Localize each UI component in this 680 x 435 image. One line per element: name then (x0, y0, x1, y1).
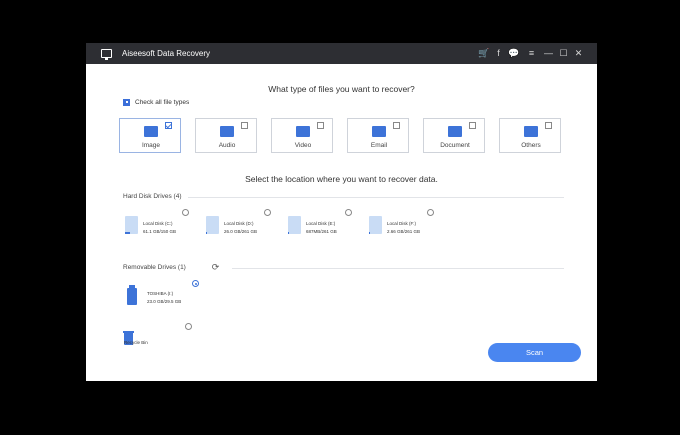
drive-name: Local Disk (F:) (387, 221, 417, 226)
file-type-document[interactable]: Document (423, 118, 485, 153)
drive-d-radio[interactable] (264, 209, 271, 216)
menu-icon[interactable]: ≡ (526, 48, 537, 59)
document-icon (448, 126, 462, 137)
hard-disk-section-label: Hard Disk Drives (4) (123, 193, 182, 200)
recycle-bin-radio[interactable] (185, 323, 192, 330)
file-type-label: Audio (218, 142, 236, 149)
audio-icon (220, 126, 234, 137)
others-checkbox[interactable] (545, 122, 552, 129)
app-title: Aiseesoft Data Recovery (122, 49, 211, 58)
hard-disk-icon (206, 216, 219, 234)
check-all-file-types[interactable]: Check all file types (123, 98, 189, 108)
file-type-label: Video (294, 142, 312, 149)
scan-button[interactable]: Scan (488, 343, 581, 362)
check-all-label: Check all file types (135, 99, 190, 106)
close-icon[interactable]: ✕ (573, 48, 584, 59)
image-checkbox[interactable] (165, 122, 172, 129)
removable-divider (232, 268, 564, 269)
removable-drive-radio[interactable] (192, 280, 199, 287)
usb-drive-icon (127, 285, 137, 305)
email-icon (372, 126, 386, 137)
document-checkbox[interactable] (469, 122, 476, 129)
drive-name: Local Disk (E:) (306, 221, 336, 226)
others-icon (524, 126, 538, 137)
location-heading: Select the location where you want to re… (245, 174, 438, 184)
drive-e[interactable]: Local Disk (E:) 687MB/261 GB (288, 214, 358, 242)
removable-section-label: Removable Drives (1) (123, 264, 186, 271)
refresh-icon[interactable]: ⟳ (210, 262, 221, 273)
disk-usage-bar (206, 232, 208, 234)
drive-size: 26.0 GB/261 GB (224, 229, 258, 234)
app-window: Aiseesoft Data Recovery 🛒 f 💬 ≡ — ☐ ✕ Wh… (86, 43, 597, 381)
maximize-icon[interactable]: ☐ (558, 48, 569, 59)
audio-checkbox[interactable] (241, 122, 248, 129)
drive-size: 2.66 GB/261 GB (387, 229, 421, 234)
file-type-video[interactable]: Video (271, 118, 333, 153)
file-type-heading: What type of files you want to recover? (268, 84, 415, 94)
drive-name: Local Disk (C:) (143, 221, 173, 226)
drive-d[interactable]: Local Disk (D:) 26.0 GB/261 GB (206, 214, 276, 242)
app-logo-icon (101, 49, 112, 60)
disk-usage-bar (125, 232, 131, 234)
file-type-image[interactable]: Image (119, 118, 181, 153)
minimize-icon[interactable]: — (543, 48, 554, 59)
removable-drive-size: 23.0 GB/29.5 GB (147, 299, 182, 304)
hard-disk-icon (369, 216, 382, 234)
image-icon (144, 126, 158, 137)
file-type-email[interactable]: Email (347, 118, 409, 153)
drive-name: Local Disk (D:) (224, 221, 254, 226)
video-checkbox[interactable] (317, 122, 324, 129)
recycle-bin-label[interactable]: Recycle Bin (124, 340, 148, 345)
file-type-audio[interactable]: Audio (195, 118, 257, 153)
hard-disk-icon (125, 216, 138, 234)
file-type-others[interactable]: Others (499, 118, 561, 153)
hard-disk-icon (288, 216, 301, 234)
title-bar: Aiseesoft Data Recovery 🛒 f 💬 ≡ — ☐ ✕ (86, 43, 597, 64)
drive-e-radio[interactable] (345, 209, 352, 216)
drive-c[interactable]: Local Disk (C:) 61.1 GB/150 GB (125, 214, 195, 242)
drive-size: 61.1 GB/150 GB (143, 229, 177, 234)
file-type-label: Email (370, 142, 388, 149)
cart-icon[interactable]: 🛒 (478, 48, 489, 59)
file-type-label: Document (440, 142, 470, 149)
drive-f[interactable]: Local Disk (F:) 2.66 GB/261 GB (369, 214, 439, 242)
file-type-label: Image (141, 142, 161, 149)
hard-disk-divider (188, 197, 564, 198)
check-all-checkbox[interactable] (123, 98, 130, 106)
facebook-icon[interactable]: f (493, 48, 504, 59)
file-type-label: Others (521, 142, 541, 149)
drive-f-radio[interactable] (427, 209, 434, 216)
drive-size: 687MB/261 GB (306, 229, 337, 234)
chat-icon[interactable]: 💬 (508, 48, 519, 59)
video-icon (296, 126, 310, 137)
removable-drive-name[interactable]: TOSHIBA (I:) (147, 291, 173, 296)
email-checkbox[interactable] (393, 122, 400, 129)
drive-c-radio[interactable] (182, 209, 189, 216)
